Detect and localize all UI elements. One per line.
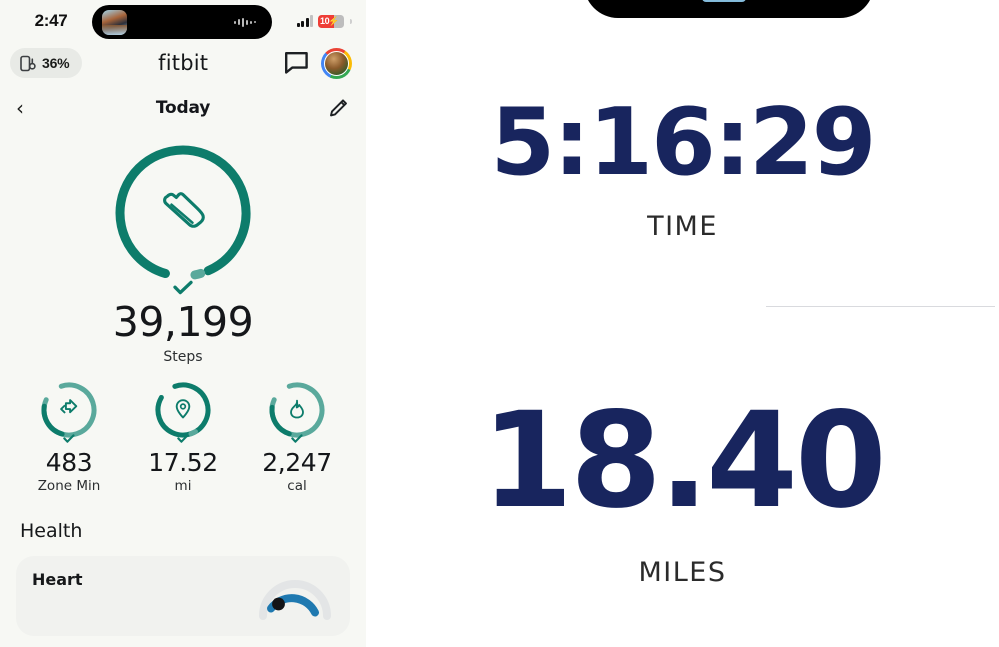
screenshot-root: 2:47 10 ⚡ 36% fitbit ‹ Today 39,199 Step… <box>0 0 999 647</box>
status-bar-clock: 2:47 <box>34 11 68 30</box>
phone-status-bar: 2:47 10 ⚡ <box>0 0 366 42</box>
fitbit-app-panel: 2:47 10 ⚡ 36% fitbit ‹ Today 39,199 Step… <box>0 0 366 647</box>
calories-check-icon <box>291 434 303 443</box>
dynamic-island-media-thumbnail <box>102 9 127 35</box>
charging-bolt-icon: ⚡ <box>328 15 340 26</box>
health-section-title: Health <box>20 520 83 542</box>
running-shoe-icon <box>163 192 205 228</box>
brand-wrap: fitbit <box>82 48 284 78</box>
page-title: Today <box>155 98 211 118</box>
metric-divider <box>766 306 995 307</box>
distance-value: 17.52 <box>148 448 218 477</box>
steps-progress-ring <box>108 138 258 295</box>
zone-minutes-ring <box>38 379 100 443</box>
workout-time-value: 5:16:29 <box>490 88 877 196</box>
workout-time-label: TIME <box>647 211 718 242</box>
battery-icon: 10 ⚡ <box>318 14 344 28</box>
zone-minutes-check-icon <box>63 434 75 443</box>
avatar-image <box>324 50 349 76</box>
dynamic-island-waveform-icon <box>234 17 256 27</box>
workout-distance-metric: 18.40 MILES <box>366 395 999 588</box>
steps-label: Steps <box>163 349 203 365</box>
location-pin-icon <box>175 399 191 419</box>
workout-time-metric: 5:16:29 TIME <box>366 88 999 243</box>
zone-minutes-label: Zone Min <box>37 478 101 494</box>
dynamic-island-blue-pill <box>702 0 746 2</box>
calories-ring <box>266 379 328 443</box>
status-bar-indicators: 10 ⚡ <box>296 14 352 28</box>
calories-label: cal <box>287 478 307 494</box>
fitbit-logo: fitbit <box>158 51 209 75</box>
workout-dynamic-island <box>584 0 874 18</box>
steps-goal-check-icon <box>173 280 193 295</box>
steps-value: 39,199 <box>112 298 254 346</box>
steps-ring-block[interactable]: 39,199 Steps <box>0 128 366 365</box>
app-header: 36% fitbit <box>0 42 366 88</box>
today-sub-header: ‹ Today <box>0 88 366 128</box>
workout-distance-value: 18.40 <box>481 384 887 538</box>
distance-ring <box>152 379 214 443</box>
device-battery-chip[interactable]: 36% <box>10 48 83 78</box>
device-battery-label: 36% <box>42 55 70 71</box>
dynamic-island[interactable] <box>92 5 272 39</box>
battery-tip <box>350 18 352 24</box>
mini-stats-row: 483 Zone Min 17.52 mi 2,247 cal <box>0 365 366 494</box>
zone-minutes-value: 483 <box>45 448 93 477</box>
cellular-signal-icon <box>296 15 313 27</box>
health-card-heart[interactable]: Heart <box>16 556 350 636</box>
chat-bubble-icon[interactable] <box>284 51 309 75</box>
profile-avatar[interactable] <box>321 47 352 79</box>
heart-rate-gauge-icon <box>259 580 331 620</box>
calories-value: 2,247 <box>262 448 332 477</box>
workout-distance-label: MILES <box>638 557 727 588</box>
stat-distance[interactable]: 17.52 mi <box>129 379 237 494</box>
distance-check-icon <box>177 434 189 443</box>
stat-zone-minutes[interactable]: 483 Zone Min <box>15 379 123 494</box>
zone-minutes-arrow-icon <box>60 399 78 414</box>
header-actions <box>284 47 352 79</box>
stat-calories[interactable]: 2,247 cal <box>243 379 351 494</box>
distance-label: mi <box>174 478 192 494</box>
flame-icon <box>290 399 304 419</box>
device-battery-icon <box>20 55 36 71</box>
workout-summary-panel: 5:16:29 TIME 18.40 MILES <box>366 0 999 647</box>
